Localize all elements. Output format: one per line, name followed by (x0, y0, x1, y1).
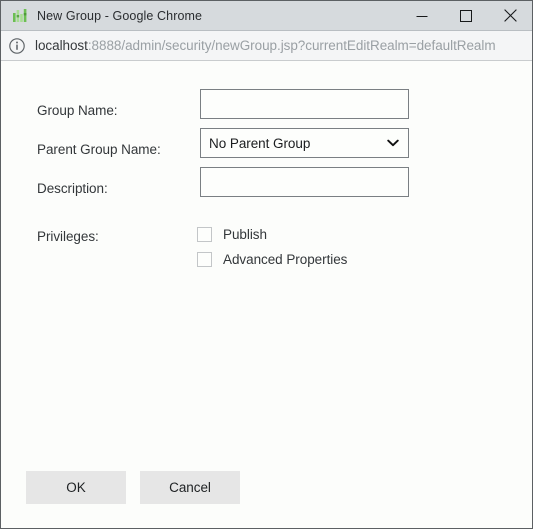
parent-group-select-wrap: No Parent Group (200, 128, 409, 158)
publish-label: Publish (223, 227, 267, 242)
browser-window: New Group - Google Chrome localhost:8888… (0, 0, 533, 529)
parent-group-select[interactable]: No Parent Group (200, 128, 409, 158)
group-name-input[interactable] (200, 89, 409, 119)
bar-chart-icon (12, 8, 28, 24)
description-row: Description: (37, 173, 108, 203)
privilege-advanced-properties-row[interactable]: Advanced Properties (197, 252, 347, 267)
group-name-row: Group Name: (37, 95, 118, 125)
url-path: :8888/admin/security/newGroup.jsp?curren… (87, 38, 496, 53)
info-circle-icon[interactable] (8, 37, 26, 55)
cancel-button[interactable]: Cancel (140, 471, 240, 504)
url-text[interactable]: localhost:8888/admin/security/newGroup.j… (35, 38, 496, 53)
privileges-label: Privileges: (37, 229, 99, 244)
url-host: localhost (35, 38, 88, 53)
title-bar: New Group - Google Chrome (1, 1, 532, 31)
parent-group-name-row: Parent Group Name: (37, 134, 161, 164)
ok-button[interactable]: OK (26, 471, 126, 504)
publish-checkbox[interactable] (197, 227, 212, 242)
group-name-label: Group Name: (37, 102, 118, 118)
maximize-icon[interactable] (444, 1, 488, 31)
advanced-properties-label: Advanced Properties (223, 252, 348, 267)
window-title: New Group - Google Chrome (37, 8, 203, 23)
parent-group-selected-value: No Parent Group (209, 135, 311, 151)
group-name-field-wrap (200, 89, 409, 119)
minimize-icon[interactable] (400, 1, 444, 31)
window-controls (400, 1, 532, 31)
address-bar[interactable]: localhost:8888/admin/security/newGroup.j… (1, 31, 532, 61)
advanced-properties-checkbox[interactable] (197, 252, 212, 267)
parent-group-name-label: Parent Group Name: (37, 141, 161, 157)
privilege-publish-row[interactable]: Publish (197, 227, 267, 242)
description-label: Description: (37, 180, 108, 196)
description-input[interactable] (200, 167, 409, 197)
dialog-actions: OK Cancel (26, 471, 240, 504)
close-icon[interactable] (488, 1, 532, 31)
page-content: Group Name: Parent Group Name: No Parent… (1, 61, 532, 528)
description-field-wrap (200, 167, 409, 197)
